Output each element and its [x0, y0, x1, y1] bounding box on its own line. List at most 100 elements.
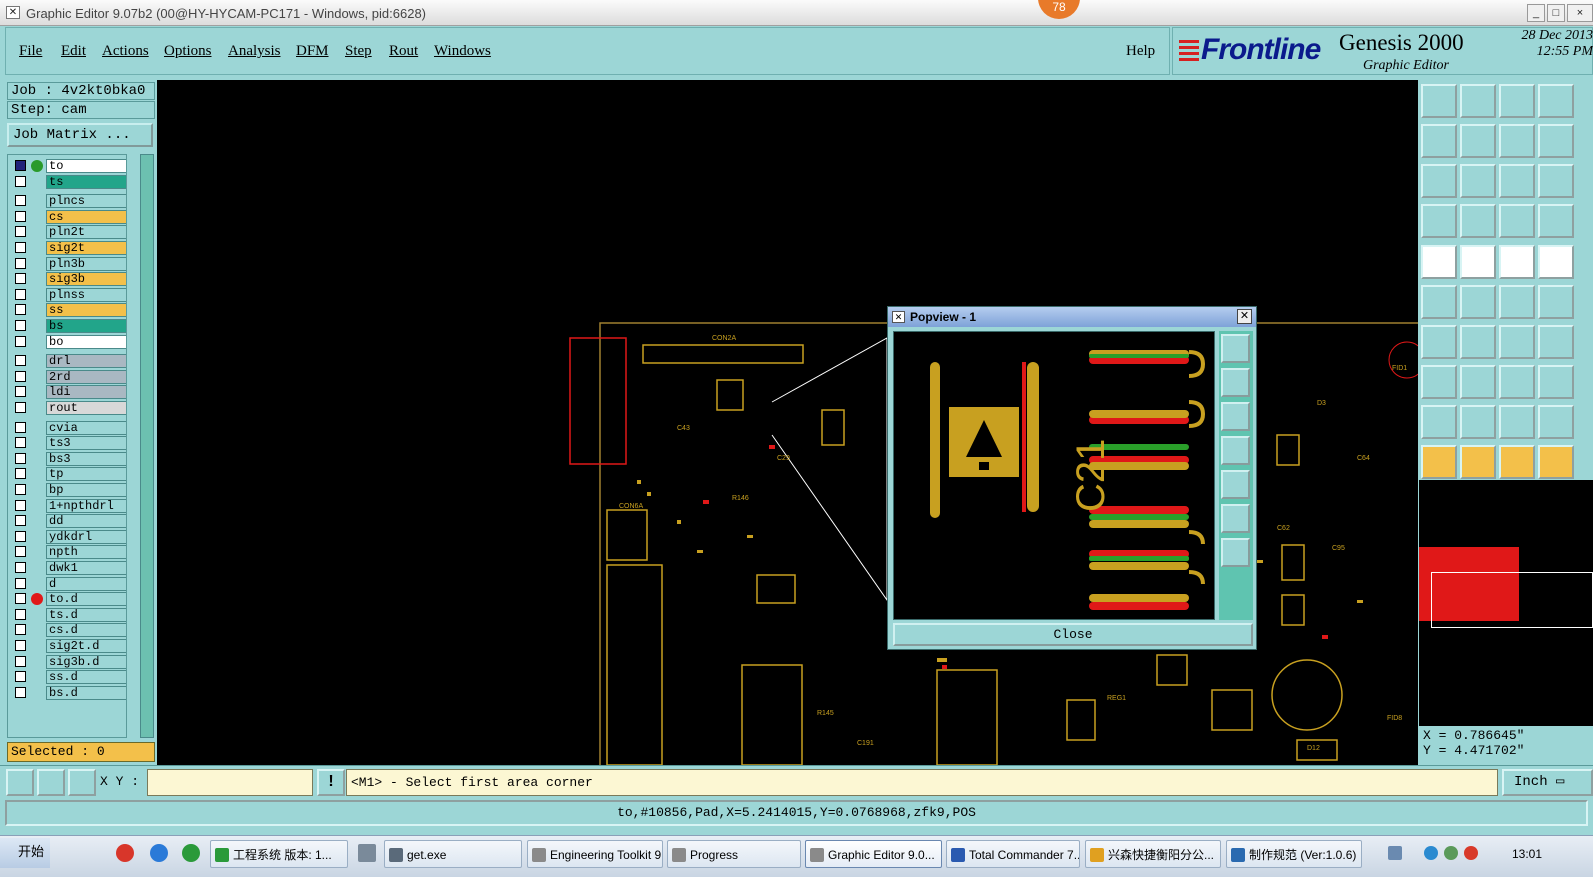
layer-row[interactable]: dwk1	[10, 561, 126, 575]
measure-box-icon[interactable]	[1499, 365, 1535, 399]
layer-checkbox[interactable]	[15, 370, 26, 382]
save-icon[interactable]	[1460, 84, 1496, 118]
layer-name[interactable]: ts.d	[46, 607, 126, 622]
toggle-icon[interactable]	[1538, 124, 1574, 158]
line-angle-icon[interactable]	[1421, 325, 1457, 359]
pad-icon[interactable]	[1421, 245, 1457, 279]
menu-step[interactable]: Step	[345, 43, 372, 60]
layer-checkbox[interactable]	[15, 624, 26, 636]
layer-row[interactable]: dd	[10, 514, 126, 529]
layer-name[interactable]: tp	[46, 467, 126, 482]
menu-windows[interactable]: Windows	[434, 43, 491, 60]
layer-view-icon[interactable]	[1499, 204, 1535, 238]
layer-name[interactable]: bo	[46, 334, 126, 349]
layer-checkbox[interactable]	[15, 562, 26, 573]
help-icon[interactable]	[1538, 164, 1574, 198]
layer-checkbox[interactable]	[15, 655, 26, 667]
snap-icon[interactable]	[6, 769, 34, 796]
layer-checkbox[interactable]	[15, 210, 26, 222]
layer-checkbox[interactable]	[15, 437, 26, 449]
ie-icon[interactable]	[150, 844, 168, 862]
layer-row[interactable]: tp	[10, 467, 126, 482]
layer-row[interactable]: d	[10, 576, 126, 591]
layer-row[interactable]: to	[10, 159, 126, 173]
layer-checkbox[interactable]	[15, 160, 26, 171]
component-icon[interactable]	[1538, 365, 1574, 399]
pointer-icon[interactable]	[1421, 445, 1457, 479]
menu-help[interactable]: Help	[1126, 43, 1155, 60]
layer-checkbox[interactable]	[15, 671, 26, 683]
layer-row[interactable]: cvia	[10, 420, 126, 435]
layer-name[interactable]: dd	[46, 514, 126, 529]
task-graphic-editor[interactable]: Graphic Editor 9.0...	[805, 840, 942, 868]
slash-icon[interactable]	[1460, 325, 1496, 359]
layer-name[interactable]: ss	[46, 303, 126, 318]
undo-view-icon[interactable]	[1499, 124, 1535, 158]
layer-row[interactable]: bs	[10, 319, 126, 333]
app-launcher-icon[interactable]	[182, 844, 200, 862]
arc-icon[interactable]	[1460, 405, 1496, 439]
line-icon[interactable]	[1460, 365, 1496, 399]
layer-checkbox[interactable]	[15, 421, 26, 433]
layer-checkbox[interactable]	[15, 593, 26, 605]
layer-checkbox[interactable]	[15, 226, 26, 238]
task-xingsen[interactable]: 兴森快捷衡阳分公...	[1085, 840, 1221, 868]
volume-icon[interactable]	[1464, 846, 1478, 860]
window-icon[interactable]	[1538, 84, 1574, 118]
popview-close-button[interactable]: Close	[893, 623, 1253, 646]
popview-close-icon[interactable]: ✕	[1237, 309, 1252, 324]
home-icon[interactable]	[1499, 84, 1535, 118]
select-area-icon[interactable]	[1499, 445, 1535, 479]
layer-checkbox[interactable]	[15, 335, 26, 347]
layer-checkbox[interactable]	[15, 288, 26, 300]
layer-name[interactable]: ts	[46, 174, 126, 189]
grid-icon[interactable]	[68, 769, 96, 796]
fit-icon[interactable]	[1421, 164, 1457, 198]
layer-checkbox[interactable]	[15, 175, 26, 187]
notification-badge[interactable]: 78	[1038, 0, 1080, 19]
layer-checkbox[interactable]	[15, 499, 26, 511]
layer-list-scrollbar[interactable]	[140, 154, 154, 738]
layer-row[interactable]: pln2t	[10, 225, 126, 240]
layer-row[interactable]: ts.d	[10, 607, 126, 622]
pan-up-icon[interactable]	[1221, 368, 1250, 397]
zoom-in-icon[interactable]	[1221, 504, 1250, 533]
alert-icon[interactable]: !	[317, 769, 345, 796]
layer-row[interactable]: drl	[10, 354, 126, 369]
text-icon[interactable]	[1538, 325, 1574, 359]
layer-row[interactable]: plncs	[10, 194, 126, 209]
layer-name[interactable]: bs	[46, 319, 126, 333]
menu-edit[interactable]: Edit	[61, 43, 86, 60]
maximize-button[interactable]: □	[1547, 4, 1565, 22]
minimize-button[interactable]: _	[1527, 4, 1545, 22]
job-matrix-button[interactable]: Job Matrix ...	[7, 123, 153, 147]
layer-name[interactable]: sig3b.d	[46, 654, 126, 669]
layer-row[interactable]: 2rd	[10, 369, 126, 384]
layer-checkbox[interactable]	[15, 608, 26, 620]
layer-checkbox[interactable]	[15, 242, 26, 253]
layer-name[interactable]: pln2t	[46, 225, 126, 240]
layer-row[interactable]: bo	[10, 334, 126, 349]
layer-row[interactable]: plnss	[10, 287, 126, 302]
net-icon[interactable]	[1538, 445, 1574, 479]
layer-checkbox[interactable]	[15, 468, 26, 480]
layer-row[interactable]: pln3b	[10, 256, 126, 271]
layer-name[interactable]: to.d	[46, 592, 126, 607]
layer-row[interactable]: rout	[10, 401, 126, 415]
layer-checkbox[interactable]	[15, 515, 26, 527]
layer-checkbox[interactable]	[15, 304, 26, 316]
network-icon[interactable]	[1424, 846, 1438, 860]
layer-row[interactable]: bs.d	[10, 685, 126, 700]
layer-checkbox[interactable]	[15, 484, 26, 495]
layer-name[interactable]: cs	[46, 209, 126, 224]
layer-name[interactable]: d	[46, 576, 126, 591]
layer-checkbox[interactable]	[15, 257, 26, 269]
zoom-out-icon[interactable]	[1221, 538, 1250, 567]
task-spec[interactable]: 制作规范 (Ver:1.0.6)	[1226, 840, 1362, 868]
menu-dfm[interactable]: DFM	[296, 43, 329, 60]
layer-name[interactable]: plnss	[46, 287, 126, 302]
layer-name[interactable]: bs.d	[46, 685, 126, 700]
layer-name[interactable]: drl	[46, 354, 126, 369]
cross-icon[interactable]	[1460, 285, 1496, 319]
menu-actions[interactable]: Actions	[102, 43, 149, 60]
